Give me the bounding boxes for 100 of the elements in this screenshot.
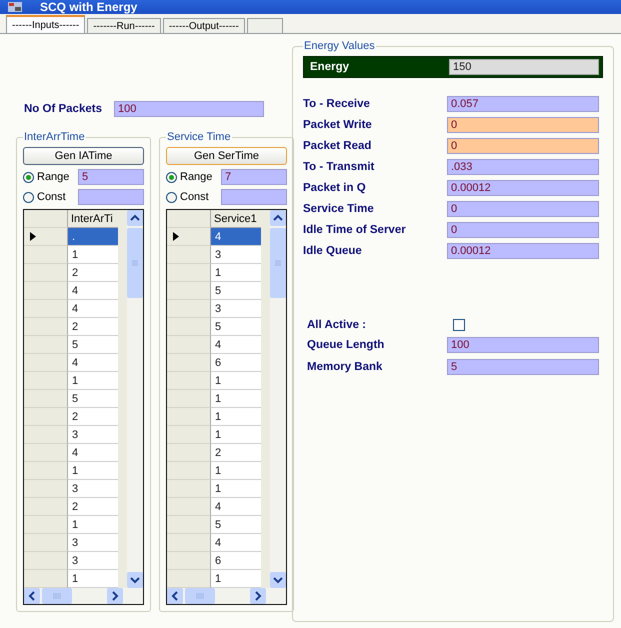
row-header[interactable] — [167, 228, 211, 246]
current-row-icon — [173, 232, 179, 241]
table-cell[interactable]: 3 — [68, 480, 118, 498]
radio-button[interactable] — [166, 172, 177, 182]
input-field[interactable]: 5 — [447, 359, 599, 375]
field-label: Memory Bank — [307, 361, 384, 373]
energy-field[interactable]: 150 — [449, 59, 599, 75]
value-field[interactable]: 0.00012 — [447, 180, 599, 196]
radio-label: Range — [180, 171, 214, 183]
table-cell[interactable]: 5 — [211, 516, 261, 534]
value-field[interactable]: 0 — [447, 201, 599, 217]
scroll-up-icon[interactable] — [270, 210, 286, 226]
horizontal-scrollbar[interactable] — [24, 588, 143, 604]
field-label: Idle Time of Server — [303, 224, 406, 236]
scroll-left-icon[interactable] — [24, 588, 40, 604]
input-field[interactable]: 100 — [447, 337, 599, 353]
energy-label: Energy — [310, 61, 349, 73]
radio-label: Range — [37, 171, 70, 183]
input-field[interactable] — [78, 189, 144, 205]
table-cell[interactable]: 1 — [68, 246, 118, 264]
table-cell[interactable]: 1 — [211, 462, 261, 480]
table-cell[interactable]: 2 — [68, 318, 118, 336]
group-title: Energy Values — [303, 40, 376, 52]
table-cell[interactable]: 4 — [68, 300, 118, 318]
table-cell[interactable]: 6 — [211, 354, 261, 372]
table-cell[interactable]: . — [68, 228, 118, 246]
table-cell[interactable]: 4 — [211, 534, 261, 552]
tab[interactable]: ------Inputs------ — [6, 15, 86, 33]
table-cell[interactable]: 5 — [211, 282, 261, 300]
value-field[interactable]: 0.00012 — [447, 243, 599, 259]
vertical-scrollbar[interactable] — [270, 210, 286, 588]
radio-button[interactable] — [23, 172, 34, 182]
table-cell[interactable]: 1 — [68, 570, 118, 588]
table-cell[interactable]: 2 — [68, 264, 118, 282]
generate-button[interactable]: Gen IATime — [23, 147, 144, 165]
value-field[interactable]: 0.057 — [447, 96, 599, 112]
table-cell[interactable]: 1 — [68, 516, 118, 534]
field-label: To - Transmit — [303, 161, 374, 173]
scroll-up-icon[interactable] — [127, 210, 143, 226]
input-field[interactable]: 100 — [114, 101, 264, 117]
horizontal-scrollbar[interactable] — [167, 588, 286, 604]
group-title: Service Time — [166, 131, 232, 143]
table-cell[interactable]: 1 — [211, 390, 261, 408]
current-row-icon — [30, 232, 36, 241]
scroll-left-icon[interactable] — [167, 588, 183, 604]
table-cell[interactable]: 3 — [68, 534, 118, 552]
table-cell[interactable]: 5 — [68, 336, 118, 354]
table-cell[interactable]: 4 — [211, 228, 261, 246]
scroll-down-icon[interactable] — [270, 572, 286, 588]
table-cell[interactable]: 3 — [211, 300, 261, 318]
table-cell[interactable]: 2 — [68, 498, 118, 516]
field-label: Packet Write — [303, 119, 372, 131]
table-cell[interactable]: 3 — [211, 246, 261, 264]
tab[interactable] — [246, 18, 283, 33]
table-cell[interactable]: 2 — [211, 444, 261, 462]
scroll-thumb[interactable] — [127, 228, 143, 298]
table-cell[interactable]: 4 — [211, 498, 261, 516]
table-cell[interactable]: 3 — [68, 426, 118, 444]
scroll-right-icon[interactable] — [250, 588, 266, 604]
scroll-down-icon[interactable] — [127, 572, 143, 588]
tab[interactable]: ------Output------ — [162, 18, 245, 33]
scroll-thumb[interactable] — [42, 588, 72, 604]
input-field[interactable]: 7 — [221, 169, 287, 185]
input-field[interactable] — [221, 189, 287, 205]
table-cell[interactable]: 1 — [211, 264, 261, 282]
row-header[interactable] — [24, 228, 68, 246]
value-field[interactable]: 0 — [447, 222, 599, 238]
scroll-thumb[interactable] — [270, 228, 286, 298]
table-cell[interactable]: 1 — [211, 372, 261, 390]
value-field[interactable]: 0 — [447, 138, 599, 154]
table-cell[interactable]: 3 — [68, 552, 118, 570]
field-label: Service Time — [303, 203, 374, 215]
field-label: To - Receive — [303, 98, 370, 110]
value-field[interactable]: 0 — [447, 117, 599, 133]
table-cell[interactable]: 1 — [211, 480, 261, 498]
table-cell[interactable]: 6 — [211, 552, 261, 570]
table-cell[interactable]: 1 — [211, 570, 261, 588]
radio-button[interactable] — [23, 192, 34, 202]
vertical-scrollbar[interactable] — [127, 210, 143, 588]
tab[interactable]: -------Run------ — [87, 18, 161, 33]
table-cell[interactable]: 1 — [68, 462, 118, 480]
table-cell[interactable]: 1 — [211, 426, 261, 444]
radio-label: Const — [180, 191, 210, 203]
table-cell[interactable]: 4 — [68, 444, 118, 462]
table-cell[interactable]: 5 — [211, 318, 261, 336]
radio-button[interactable] — [166, 192, 177, 202]
table-cell[interactable]: 1 — [211, 408, 261, 426]
field-label: Queue Length — [307, 339, 386, 351]
generate-button[interactable]: Gen SerTime — [166, 147, 287, 165]
value-field[interactable]: .033 — [447, 159, 599, 175]
table-cell[interactable]: 5 — [68, 390, 118, 408]
scroll-thumb[interactable] — [185, 588, 215, 604]
scroll-right-icon[interactable] — [107, 588, 123, 604]
table-cell[interactable]: 2 — [68, 408, 118, 426]
checkbox[interactable] — [453, 319, 465, 331]
table-cell[interactable]: 1 — [68, 372, 118, 390]
table-cell[interactable]: 4 — [68, 282, 118, 300]
table-cell[interactable]: 4 — [211, 336, 261, 354]
table-cell[interactable]: 4 — [68, 354, 118, 372]
input-field[interactable]: 5 — [78, 169, 144, 185]
